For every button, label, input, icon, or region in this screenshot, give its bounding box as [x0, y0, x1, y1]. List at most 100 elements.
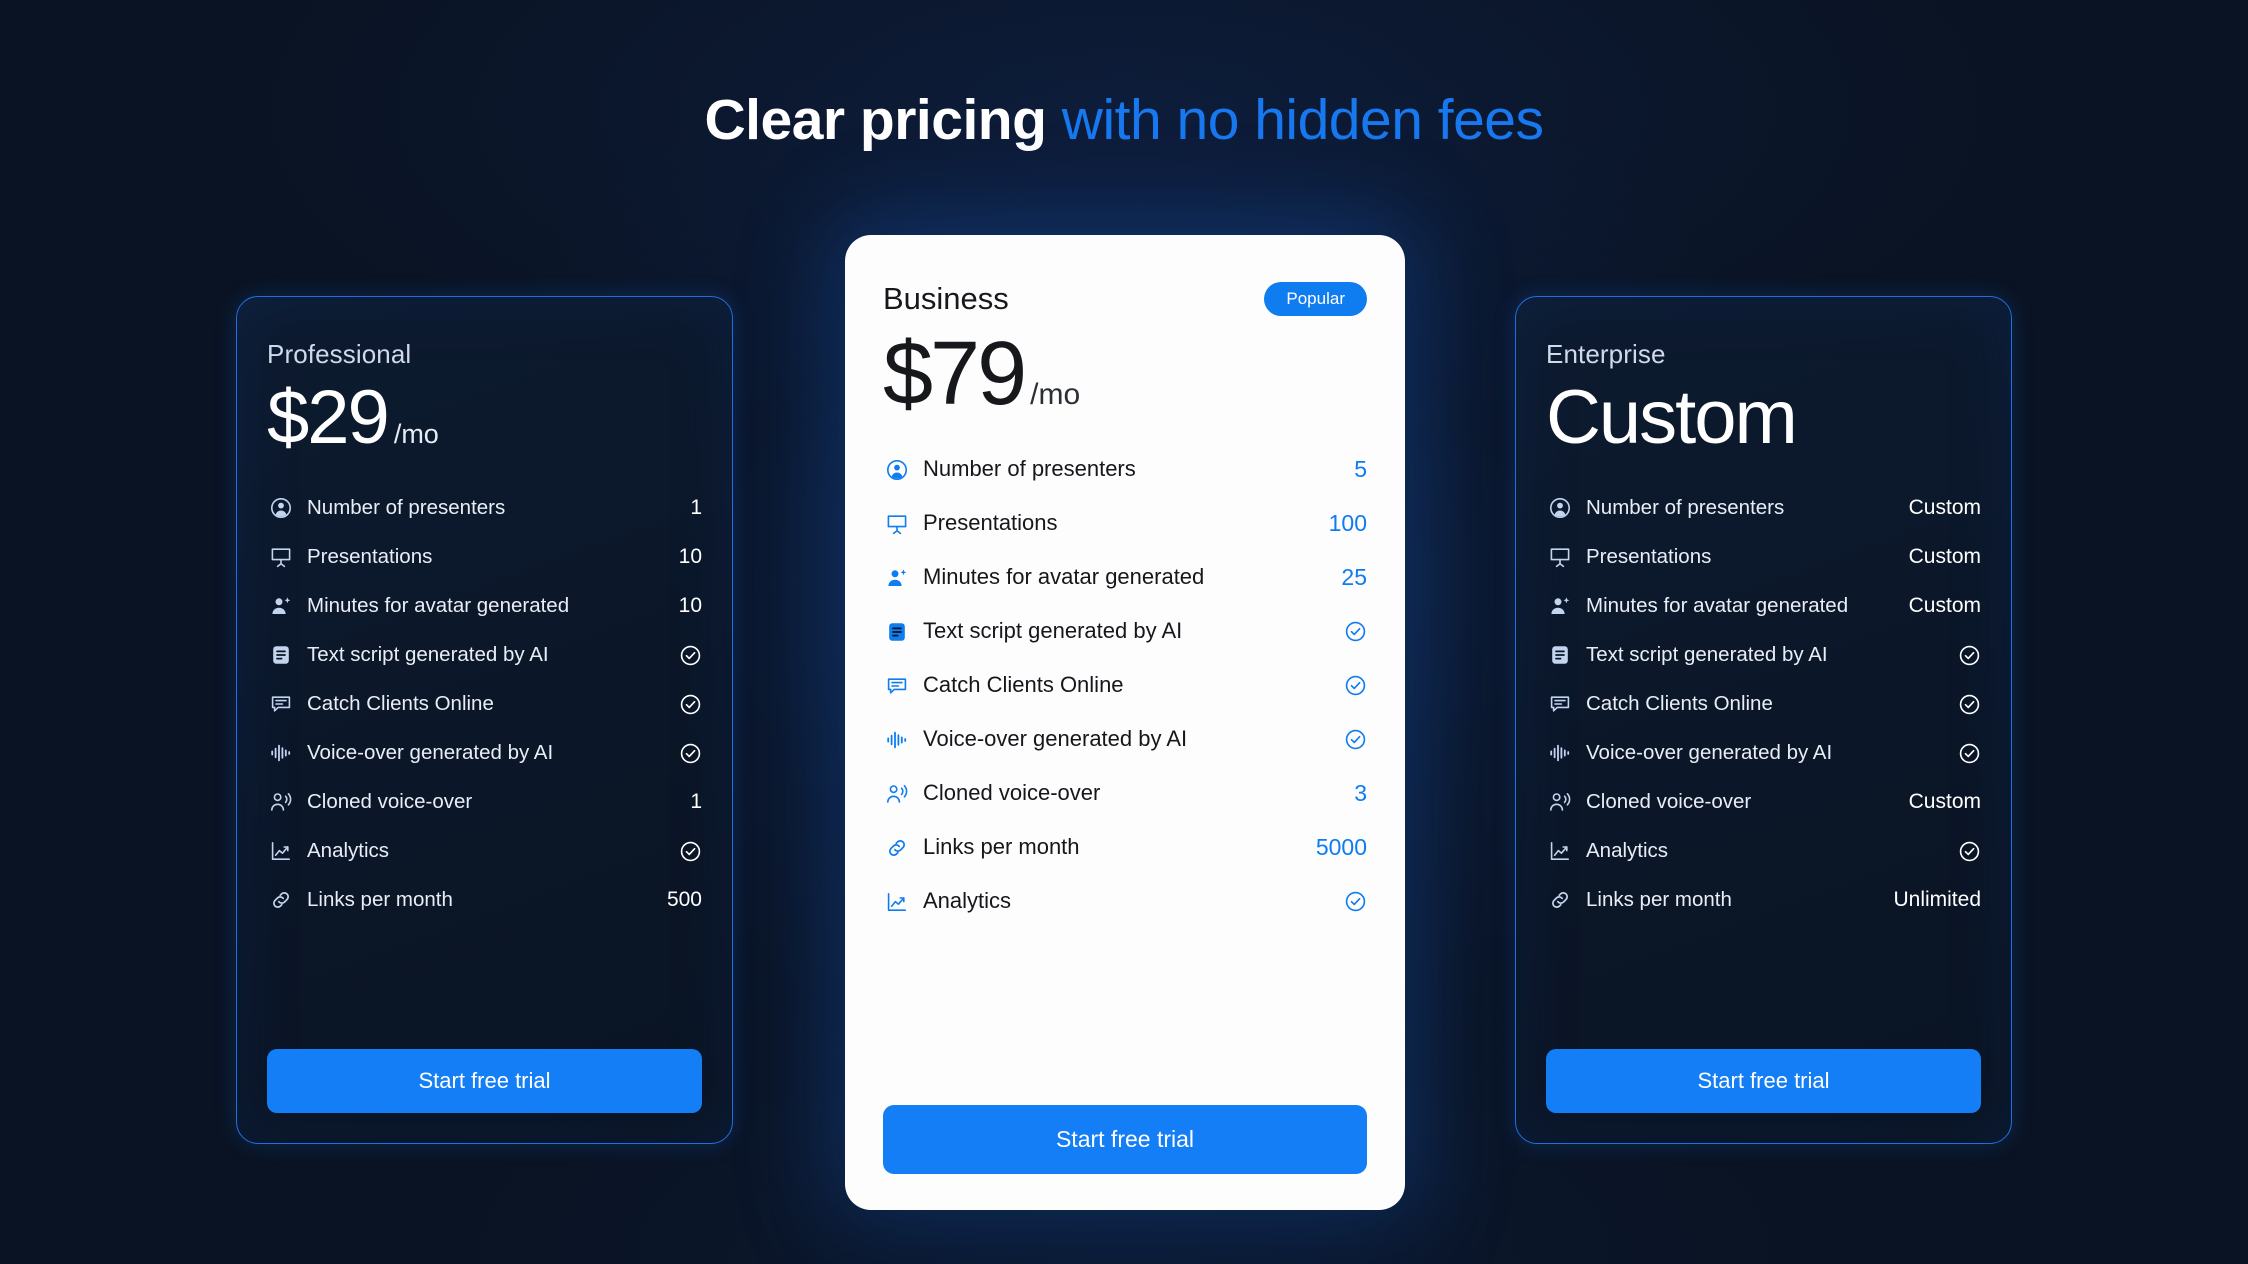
check-circle-icon — [1958, 693, 1981, 716]
feature-value: 500 — [666, 888, 702, 912]
check-circle-icon — [679, 644, 702, 667]
feature-label: Cloned voice-over — [923, 780, 1101, 806]
feature-label: Analytics — [307, 839, 390, 862]
popular-badge: Popular — [1264, 282, 1367, 316]
link-icon — [267, 887, 294, 914]
user-plus-icon — [1546, 593, 1573, 620]
plan-name: Enterprise — [1546, 339, 1666, 369]
plan-price: Custom — [1546, 378, 1981, 458]
feature-label: Cloned voice-over — [1586, 790, 1752, 813]
start-free-trial-button[interactable]: Start free trial — [883, 1105, 1367, 1174]
feature-value: 1 — [690, 496, 702, 520]
feature-value: Custom — [1908, 790, 1981, 814]
check-circle-icon — [1958, 742, 1981, 765]
chat-bubble-icon — [883, 672, 910, 699]
feature-row: Number of presenters 1 — [267, 484, 702, 533]
waveform-icon — [267, 740, 294, 767]
feature-row: Voice-over generated by AI — [883, 714, 1367, 766]
feature-row: Minutes for avatar generated 10 — [267, 582, 702, 631]
feature-label: Presentations — [923, 510, 1058, 536]
feature-row: Presentations 100 — [883, 498, 1367, 550]
feature-value: Custom — [1908, 545, 1981, 569]
waveform-icon — [883, 726, 910, 753]
feature-label: Cloned voice-over — [307, 790, 473, 813]
feature-label: Voice-over generated by AI — [923, 726, 1188, 752]
feature-value: 10 — [678, 545, 702, 569]
chat-bubble-icon — [267, 691, 294, 718]
feature-label: Minutes for avatar generated — [923, 564, 1205, 590]
document-text-icon — [267, 642, 294, 669]
analytics-chart-icon — [1546, 838, 1573, 865]
start-free-trial-button[interactable]: Start free trial — [267, 1049, 702, 1113]
link-icon — [1546, 887, 1573, 914]
presentation-icon — [883, 510, 910, 537]
check-circle-icon — [679, 693, 702, 716]
feature-row: Links per month 5000 — [883, 822, 1367, 874]
feature-row: Number of presenters Custom — [1546, 484, 1981, 533]
voice-person-icon — [883, 780, 910, 807]
feature-row: Presentations 10 — [267, 533, 702, 582]
feature-row: Catch Clients Online — [267, 680, 702, 729]
feature-label: Links per month — [1586, 888, 1732, 911]
start-free-trial-button[interactable]: Start free trial — [1546, 1049, 1981, 1113]
price-period: /mo — [1030, 378, 1081, 411]
analytics-chart-icon — [267, 838, 294, 865]
feature-label: Number of presenters — [307, 496, 506, 519]
voice-person-icon — [1546, 789, 1573, 816]
page-title-strong: Clear pricing — [704, 88, 1047, 152]
feature-row: Text script generated by AI — [1546, 631, 1981, 680]
feature-list: Number of presenters Custom Presentations C… — [1546, 484, 1981, 1049]
price-amount: $79 — [883, 324, 1027, 424]
feature-list: Number of presenters 5 Presentations 100 Min… — [883, 444, 1367, 1106]
feature-row: Voice-over generated by AI — [1546, 729, 1981, 778]
feature-label: Minutes for avatar generated — [307, 594, 570, 617]
user-plus-icon — [267, 593, 294, 620]
feature-row: Cloned voice-over 3 — [883, 768, 1367, 820]
feature-row: Presentations Custom — [1546, 533, 1981, 582]
check-circle-icon — [1344, 890, 1367, 913]
plan-name: Professional — [267, 339, 412, 369]
feature-value: Custom — [1908, 594, 1981, 618]
feature-label: Text script generated by AI — [307, 643, 549, 666]
price-amount: Custom — [1546, 375, 1798, 460]
feature-label: Analytics — [1586, 839, 1669, 862]
check-circle-icon — [679, 840, 702, 863]
feature-row: Links per month Unlimited — [1546, 876, 1981, 925]
pricing-card-professional: Professional $29 /mo Number of presenter… — [236, 296, 733, 1144]
feature-label: Catch Clients Online — [307, 692, 494, 715]
feature-label: Voice-over generated by AI — [307, 741, 554, 764]
check-circle-icon — [1344, 674, 1367, 697]
feature-label: Presentations — [307, 545, 433, 568]
check-circle-icon — [1344, 620, 1367, 643]
plan-header: Business Popular — [883, 281, 1367, 317]
feature-row: Voice-over generated by AI — [267, 729, 702, 778]
feature-value: 10 — [678, 594, 702, 618]
check-circle-icon — [679, 742, 702, 765]
check-circle-icon — [1958, 840, 1981, 863]
price-amount: $29 — [267, 375, 390, 460]
page-title: Clear pricing with no hidden fees — [0, 88, 2248, 154]
feature-value: 100 — [1328, 510, 1367, 536]
feature-row: Number of presenters 5 — [883, 444, 1367, 496]
feature-label: Text script generated by AI — [1586, 643, 1828, 666]
price-period: /mo — [393, 419, 439, 449]
feature-label: Catch Clients Online — [923, 672, 1124, 698]
feature-label: Links per month — [307, 888, 453, 911]
feature-row: Minutes for avatar generated Custom — [1546, 582, 1981, 631]
document-text-icon — [1546, 642, 1573, 669]
feature-row: Catch Clients Online — [883, 660, 1367, 712]
waveform-icon — [1546, 740, 1573, 767]
plan-price: $79 /mo — [883, 327, 1367, 422]
pricing-page: Clear pricing with no hidden fees Profes… — [0, 0, 2248, 1264]
link-icon — [883, 834, 910, 861]
plan-price: $29 /mo — [267, 378, 702, 458]
feature-value: 1 — [690, 790, 702, 814]
user-circle-icon — [267, 495, 294, 522]
user-plus-icon — [883, 564, 910, 591]
feature-label: Voice-over generated by AI — [1586, 741, 1833, 764]
feature-list: Number of presenters 1 Presentations 10 Minu… — [267, 484, 702, 1049]
feature-value: 5000 — [1315, 834, 1367, 860]
document-text-icon — [883, 618, 910, 645]
feature-label: Text script generated by AI — [923, 618, 1183, 644]
feature-label: Links per month — [923, 834, 1080, 860]
